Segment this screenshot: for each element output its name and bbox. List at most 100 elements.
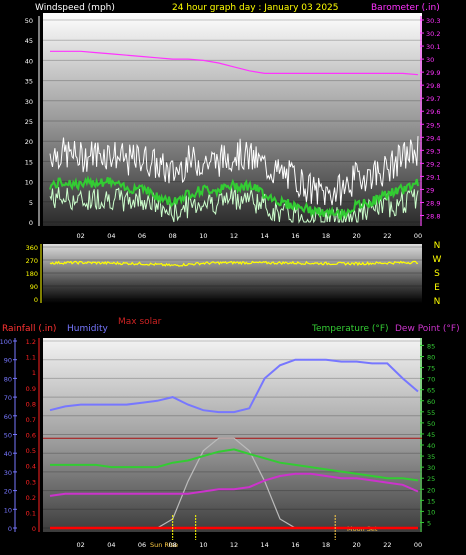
humidity-y-tick-label: 80: [4, 375, 12, 383]
direction-y-tick-label: 180: [26, 270, 38, 278]
temperature-y-tick-label: 20: [427, 486, 435, 494]
windspeed-axis-label: Windspeed (mph): [35, 3, 115, 13]
rain-y-tick-label: 0.2: [26, 494, 36, 502]
rain-y-tick-label: 0.5: [26, 447, 36, 455]
wind-y-tick-label: 35: [25, 78, 33, 86]
wind-y-tick-label: 20: [25, 138, 33, 146]
compass-label: W: [433, 255, 442, 265]
direction-y-tick-label: 270: [26, 257, 38, 265]
bottom-x-tick-label: 16: [291, 541, 299, 549]
temperature-y-tick-label: 10: [427, 508, 435, 516]
temperature-y-tick-label: 45: [427, 431, 435, 439]
rain-y-tick-label: 0.9: [26, 385, 36, 393]
compass-label: E: [434, 283, 440, 293]
compass-label: N: [434, 241, 441, 251]
temperature-axis-label: Temperature (°F): [311, 324, 389, 334]
baro-y-tick-label: 30.3: [426, 17, 440, 25]
baro-y-tick-label: 30.2: [426, 30, 440, 38]
bottom-x-tick-label: 00: [414, 541, 422, 549]
wind-y-tick-label: 25: [25, 118, 33, 126]
wind-x-tick-label: 12: [230, 232, 238, 240]
bottom-x-tick-label: 22: [383, 541, 391, 549]
wind-x-tick-label: 02: [77, 232, 85, 240]
wind-y-tick-label: 15: [25, 158, 33, 166]
baro-y-tick-label: 29: [426, 186, 434, 194]
temperature-y-tick-label: 70: [427, 376, 435, 384]
rain-y-tick-label: 0.1: [26, 509, 36, 517]
wind-x-tick-label: 04: [107, 232, 115, 240]
rain-y-tick-label: 0.7: [26, 416, 36, 424]
temperature-y-tick-label: 30: [427, 464, 435, 472]
baro-y-tick-label: 28.9: [426, 199, 440, 207]
wind-x-tick-label: 06: [138, 232, 146, 240]
wind-y-tick-label: 0: [29, 219, 33, 227]
baro-y-tick-label: 29.2: [426, 160, 440, 168]
weather-graph: Windspeed (mph) 24 hour graph day : Janu…: [0, 3, 460, 549]
wind-x-tick-label: 08: [169, 232, 177, 240]
humidity-y-tick-label: 50: [4, 432, 12, 440]
baro-y-tick-label: 30: [426, 56, 434, 64]
temperature-y-tick-label: 85: [427, 342, 435, 350]
bottom-x-tick-label: 04: [107, 541, 115, 549]
baro-y-tick-label: 30.1: [426, 43, 440, 51]
temperature-y-tick-label: 35: [427, 453, 435, 461]
direction-y-tick-label: 0: [34, 296, 38, 304]
wind-x-tick-label: 14: [261, 232, 269, 240]
dewpoint-axis-label: Dew Point (°F): [395, 324, 460, 334]
rainfall-axis-label: Rainfall (.in): [2, 324, 56, 334]
bottom-x-tick-label: 18: [322, 541, 330, 549]
baro-y-tick-label: 29.8: [426, 82, 440, 90]
wind-x-tick-label: 20: [353, 232, 361, 240]
rain-y-tick-label: 1: [32, 369, 36, 377]
temperature-y-tick-label: 60: [427, 398, 435, 406]
wind-y-tick-label: 45: [25, 37, 33, 45]
rain-y-tick-label: 1.2: [26, 338, 36, 346]
baro-y-tick-label: 28.8: [426, 212, 440, 220]
bottom-x-tick-label: 10: [199, 541, 207, 549]
temperature-y-tick-label: 65: [427, 387, 435, 395]
temperature-y-tick-label: 5: [427, 519, 431, 527]
temperature-y-tick-label: 25: [427, 475, 435, 483]
humidity-y-tick-label: 40: [4, 450, 12, 458]
baro-y-tick-label: 29.6: [426, 108, 440, 116]
wind-x-tick-label: 10: [199, 232, 207, 240]
baro-y-tick-label: 29.9: [426, 69, 440, 77]
temperature-y-tick-label: 50: [427, 420, 435, 428]
humidity-y-tick-label: 0: [8, 525, 12, 533]
barometer-axis-label: Barometer (.in): [371, 3, 440, 13]
temperature-y-tick-label: 40: [427, 442, 435, 450]
wind-x-tick-label: 22: [383, 232, 391, 240]
humidity-axis-label: Humidity: [67, 324, 108, 334]
bottom-x-tick-label: 14: [261, 541, 269, 549]
baro-y-tick-label: 29.7: [426, 95, 440, 103]
direction-y-tick-label: 90: [30, 283, 38, 291]
chart-title: 24 hour graph day : January 03 2025: [172, 3, 339, 13]
wind-y-tick-label: 30: [25, 98, 33, 106]
rain-y-tick-label: 0: [32, 525, 36, 533]
temperature-y-tick-label: 80: [427, 353, 435, 361]
wind-y-tick-label: 10: [25, 179, 33, 187]
rain-y-tick-label: 0.3: [26, 478, 36, 486]
rain-y-tick-label: 1.1: [26, 354, 36, 362]
compass-label: N: [434, 297, 441, 307]
baro-y-tick-label: 29.5: [426, 121, 440, 129]
baro-y-tick-label: 29.4: [426, 134, 440, 142]
wind-x-tick-label: 18: [322, 232, 330, 240]
wind-x-tick-label: 00: [414, 232, 422, 240]
baro-y-tick-label: 29.1: [426, 173, 440, 181]
humidity-y-tick-label: 20: [4, 488, 12, 496]
humidity-y-tick-label: 60: [4, 413, 12, 421]
temperature-y-tick-label: 55: [427, 409, 435, 417]
humidity-y-tick-label: 90: [4, 357, 12, 365]
wind-y-tick-label: 5: [29, 199, 33, 207]
bottom-x-tick-label: 08: [169, 541, 177, 549]
rain-y-tick-label: 0.8: [26, 400, 36, 408]
wind-y-tick-label: 50: [25, 17, 33, 25]
wind-y-tick-label: 40: [25, 57, 33, 65]
rain-y-tick-label: 0.6: [26, 432, 36, 440]
humidity-y-tick-label: 100: [0, 338, 12, 346]
bottom-x-tick-label: 02: [77, 541, 85, 549]
compass-label: S: [434, 269, 440, 279]
wind-x-tick-label: 16: [291, 232, 299, 240]
bottom-x-tick-label: 12: [230, 541, 238, 549]
